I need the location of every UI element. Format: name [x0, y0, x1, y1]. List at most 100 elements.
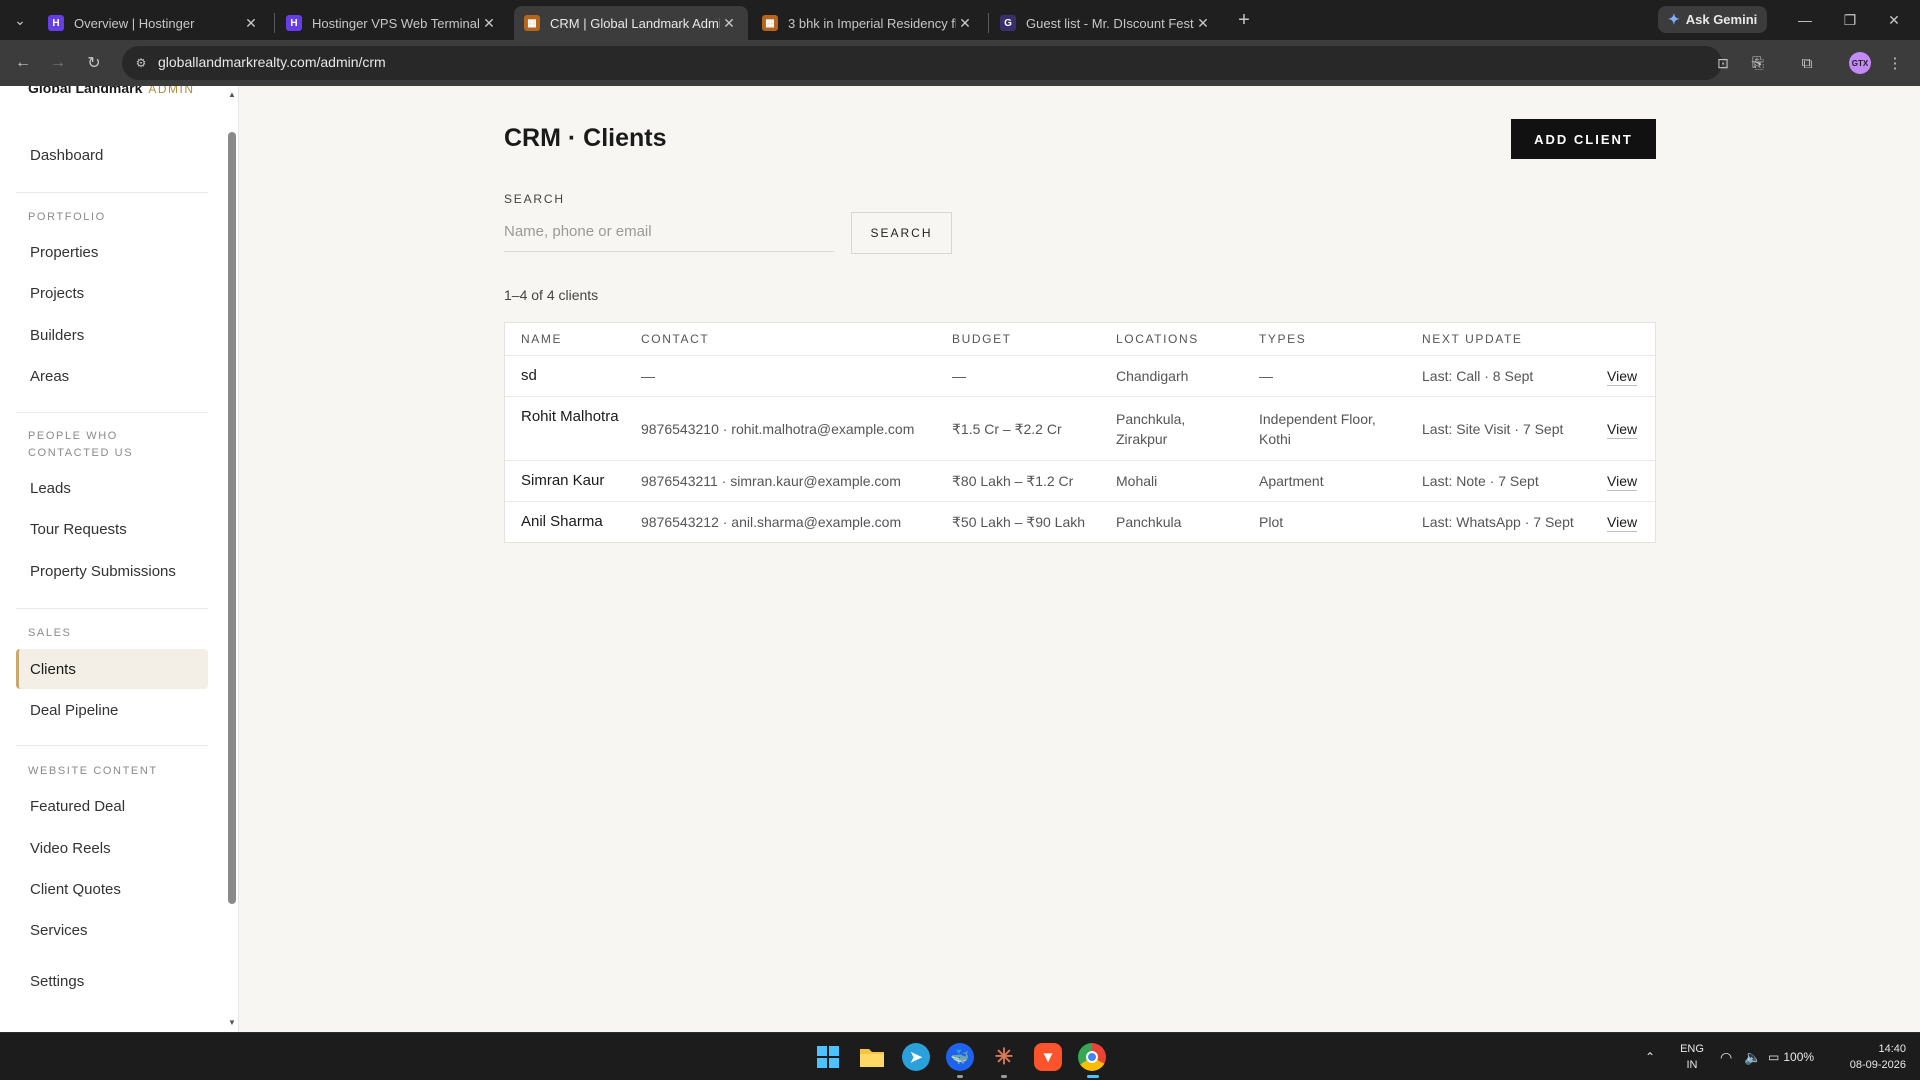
- sidebar-item-label: Services: [30, 921, 88, 939]
- telegram-icon[interactable]: ➤: [902, 1043, 930, 1071]
- tab-search-chevron-icon[interactable]: ⌄: [8, 8, 32, 32]
- close-icon[interactable]: ✕: [720, 15, 738, 32]
- volume-icon[interactable]: 🔈: [1744, 1033, 1761, 1080]
- browser-tab-2[interactable]: H Hostinger VPS Web Terminal ✕: [276, 6, 508, 40]
- search-button[interactable]: SEARCH: [851, 212, 952, 254]
- client-budget: ₹50 Lakh – ₹90 Lakh: [952, 514, 1086, 530]
- minimize-icon[interactable]: —: [1793, 8, 1817, 32]
- client-types: Apartment: [1259, 473, 1324, 489]
- chrome-icon[interactable]: [1078, 1043, 1106, 1071]
- running-indicator: [1001, 1075, 1007, 1078]
- site-settings-icon[interactable]: ⚙: [132, 54, 150, 72]
- gemini-label: Ask Gemini: [1685, 12, 1758, 27]
- battery-icon: ▭: [1768, 1050, 1780, 1064]
- extensions-puzzle-icon[interactable]: ⧉: [1795, 51, 1819, 75]
- windows-start-icon[interactable]: [814, 1043, 842, 1071]
- add-client-button[interactable]: ADD CLIENT: [1511, 119, 1656, 159]
- close-icon[interactable]: ✕: [242, 15, 260, 32]
- sidebar-item-settings[interactable]: Settings: [16, 961, 208, 1001]
- sidebar-item-property-submissions[interactable]: Property Submissions: [16, 551, 208, 591]
- browser-tab-strip: ⌄ H Overview | Hostinger ✕ H Hostinger V…: [0, 0, 1920, 40]
- sidebar-item-dashboard[interactable]: Dashboard: [16, 135, 208, 175]
- browser-toolbar: ← → ↻ ⚙ globallandmarkrealty.com/admin/c…: [0, 40, 1920, 86]
- docker-icon[interactable]: 🐳: [946, 1043, 974, 1071]
- window-close-icon[interactable]: ✕: [1882, 8, 1906, 32]
- brave-icon[interactable]: ▼: [1034, 1043, 1062, 1071]
- table-row[interactable]: Anil Sharma 9876543212 · anil.sharma@exa…: [505, 502, 1655, 542]
- claude-icon[interactable]: ✳: [990, 1043, 1018, 1071]
- sidebar-item-projects[interactable]: Projects: [16, 273, 208, 313]
- sidebar-item-label: Areas: [30, 367, 70, 385]
- forward-arrow-icon[interactable]: →: [46, 51, 70, 75]
- sidebar-item-client-quotes[interactable]: Client Quotes: [16, 869, 208, 909]
- back-arrow-icon[interactable]: ←: [11, 51, 35, 75]
- language-indicator[interactable]: ENG IN: [1677, 1041, 1707, 1073]
- sidebar-item-clients[interactable]: Clients: [16, 649, 208, 689]
- scroll-up-arrow-icon[interactable]: ▲: [227, 90, 237, 99]
- wifi-icon[interactable]: ◠: [1720, 1033, 1732, 1080]
- profile-avatar[interactable]: GTX: [1849, 52, 1871, 74]
- view-client-link[interactable]: View: [1607, 513, 1638, 532]
- client-contact: 9876543210 · rohit.malhotra@example.com: [641, 421, 915, 437]
- ask-gemini-button[interactable]: ✦ Ask Gemini: [1658, 6, 1768, 33]
- client-name: Simran Kaur: [521, 472, 605, 489]
- view-client-link[interactable]: View: [1607, 472, 1638, 491]
- close-icon[interactable]: ✕: [1194, 15, 1212, 32]
- search-input[interactable]: [504, 212, 834, 252]
- sidebar-item-deal-pipeline[interactable]: Deal Pipeline: [16, 690, 208, 730]
- sidebar-item-builders[interactable]: Builders: [16, 315, 208, 355]
- view-client-link[interactable]: View: [1607, 420, 1638, 439]
- sidebar-item-featured-deal[interactable]: Featured Deal: [16, 786, 208, 826]
- table-row[interactable]: sd — — Chandigarh — Last: Call · 8 Sept …: [505, 356, 1655, 397]
- sidebar-scrollbar[interactable]: ▲ ▼: [225, 86, 239, 1032]
- sidebar-item-leads[interactable]: Leads: [16, 468, 208, 508]
- gemini-spark-icon: ✦: [1668, 11, 1680, 27]
- bookmark-star-icon[interactable]: ☆: [1745, 51, 1769, 75]
- clock[interactable]: 14:40 08-09-2026: [1836, 1041, 1906, 1073]
- install-app-icon[interactable]: ⊡: [1714, 54, 1732, 72]
- browser-tab-4[interactable]: ▦ 3 bhk in Imperial Residency flat ✕: [752, 6, 984, 40]
- battery-indicator[interactable]: ▭ 100%: [1768, 1033, 1814, 1080]
- scroll-down-arrow-icon[interactable]: ▼: [227, 1018, 237, 1027]
- close-icon[interactable]: ✕: [956, 15, 974, 32]
- view-client-link[interactable]: View: [1607, 367, 1638, 386]
- browser-tab-3-active[interactable]: ▦ CRM | Global Landmark Admin ✕: [514, 6, 748, 40]
- client-name: Rohit Malhotra: [521, 408, 619, 425]
- sidebar-item-label: Client Quotes: [30, 880, 121, 898]
- sidebar-item-services[interactable]: Services: [16, 910, 208, 950]
- table-row[interactable]: Rohit Malhotra 9876543210 · rohit.malhot…: [505, 397, 1655, 461]
- scrollbar-thumb[interactable]: [228, 132, 236, 904]
- reload-icon[interactable]: ↻: [82, 51, 106, 75]
- clock-time: 14:40: [1878, 1043, 1906, 1055]
- clock-date: 08-09-2026: [1849, 1059, 1906, 1071]
- section-heading-website-content: WEBSITE CONTENT: [28, 765, 158, 777]
- sidebar-item-properties[interactable]: Properties: [16, 232, 208, 272]
- sidebar-item-video-reels[interactable]: Video Reels: [16, 828, 208, 868]
- tray-overflow-chevron-icon[interactable]: ⌃: [1645, 1033, 1655, 1080]
- restore-icon[interactable]: ❐: [1838, 8, 1862, 32]
- sidebar-item-label: Clients: [30, 660, 76, 678]
- address-bar[interactable]: ⚙ globallandmarkrealty.com/admin/crm ⊡: [122, 46, 1729, 80]
- sidebar-item-areas[interactable]: Areas: [16, 356, 208, 396]
- chrome-menu-icon[interactable]: ⋮: [1883, 51, 1907, 75]
- table-row[interactable]: Simran Kaur 9876543211 · simran.kaur@exa…: [505, 461, 1655, 502]
- sidebar-divider: [16, 412, 208, 413]
- results-count: 1–4 of 4 clients: [504, 287, 599, 303]
- browser-tab-5[interactable]: G Guest list - Mr. DIscount Festive ✕: [990, 6, 1222, 40]
- section-heading-sales: SALES: [28, 627, 72, 639]
- url-text[interactable]: globallandmarkrealty.com/admin/crm: [158, 54, 386, 70]
- browser-tab-1[interactable]: H Overview | Hostinger ✕: [38, 6, 270, 40]
- sidebar-item-tour-requests[interactable]: Tour Requests: [16, 509, 208, 549]
- brand-logo[interactable]: Global Landmark ADMIN: [28, 86, 195, 96]
- client-contact: 9876543212 · anil.sharma@example.com: [641, 514, 902, 530]
- client-locations: Chandigarh: [1116, 368, 1189, 384]
- profile-initials: GTX: [1851, 58, 1869, 68]
- close-icon[interactable]: ✕: [480, 15, 498, 32]
- tab-title: 3 bhk in Imperial Residency flat: [788, 15, 956, 31]
- hostinger-icon: H: [286, 15, 302, 31]
- new-tab-plus-icon[interactable]: +: [1232, 8, 1256, 32]
- running-indicator: [957, 1075, 963, 1078]
- column-header-types: TYPES: [1259, 332, 1307, 346]
- sidebar-item-label: Featured Deal: [30, 797, 126, 815]
- file-explorer-icon[interactable]: [858, 1043, 886, 1071]
